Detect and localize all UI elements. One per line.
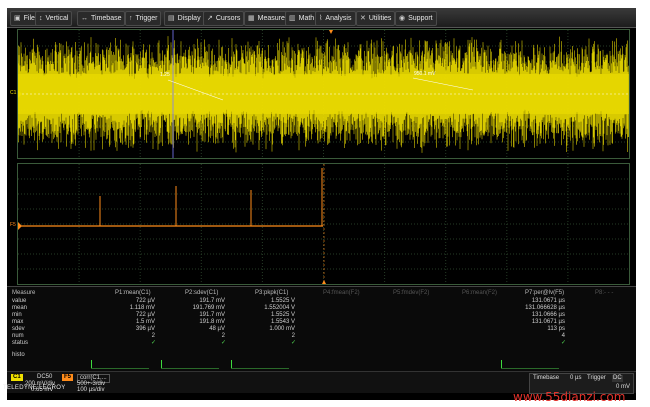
measure-cell: 113 ps: [547, 326, 565, 332]
measure-cell: 1.552004 V: [264, 305, 295, 311]
c1-noise-trace: [18, 30, 629, 158]
histogram-baseline: [231, 368, 289, 369]
measure-header-label: Measure: [12, 290, 36, 296]
utilities-icon: ✕: [360, 15, 366, 22]
menu-cursors[interactable]: ↗ Cursors: [203, 11, 245, 26]
menu-trigger[interactable]: ↑ Trigger: [125, 11, 162, 26]
support-icon: ◉: [399, 15, 406, 22]
measure-col-header[interactable]: P3:pkpk(C1): [255, 290, 288, 297]
trigger-mode: DC: [612, 375, 623, 382]
measure-icon: ▦: [248, 15, 255, 22]
histogram-spike: [231, 360, 232, 368]
row-label-histo: histo: [12, 352, 25, 358]
measure-cell: 2: [221, 333, 225, 339]
menu-support[interactable]: ◉ Support: [395, 11, 437, 26]
math-icon: ▥: [289, 15, 296, 22]
c1-coupling: DC50: [37, 374, 53, 380]
measure-col-header[interactable]: P5:fmdev(F2): [393, 290, 429, 297]
trigger-position-marker: [329, 30, 333, 34]
trigger-bottom-marker: [322, 280, 326, 284]
measure-col-header[interactable]: P6:mean(F2): [462, 290, 497, 297]
trigger-label: Trigger: [587, 375, 606, 381]
menu-bar: ▣ File ↕ Vertical ↔ Timebase ↑ Trigger ▤ Disp…: [7, 8, 636, 28]
status-check-icon: ✓: [561, 340, 567, 346]
measure-cell: 131.0671 µs: [531, 298, 565, 304]
status-check-icon: ✓: [151, 340, 157, 346]
measurement-table[interactable]: Measure value mean min max sdev num stat…: [7, 286, 636, 371]
measure-cell: 722 µV: [135, 312, 155, 318]
measure-cell: 131.0671 µs: [531, 319, 565, 325]
measure-cell: 2: [291, 333, 295, 339]
measure-col-header[interactable]: P8:- - -: [595, 290, 613, 297]
timebase-value: 0 µs: [570, 375, 582, 381]
vertical-icon: ↕: [39, 15, 43, 22]
c1-badge[interactable]: C1: [11, 374, 23, 381]
cursor-annotation-left: 1.25: [160, 72, 170, 78]
menu-measure[interactable]: ▦ Measure: [244, 11, 289, 26]
measure-cell: 1.5543 V: [270, 319, 295, 325]
measure-cell: 131.0666 µs: [531, 312, 565, 318]
status-check-icon: ✓: [291, 340, 297, 346]
row-label-value: value: [12, 298, 27, 304]
measure-cell: 191.8 mV: [199, 319, 225, 325]
measure-cell: 191.769 mV: [192, 305, 225, 311]
f5-math-trace: [18, 164, 629, 284]
watermark-text: www.55dianzi.com: [513, 390, 626, 404]
measure-col-header[interactable]: P2:sdev(C1): [185, 290, 218, 297]
row-label-mean: mean: [12, 305, 28, 311]
f5-line2: 100 µs/div: [77, 387, 105, 393]
measure-cell: 1.5525 V: [270, 298, 295, 304]
top-waveform-grid[interactable]: C1 1.25 950.1 mV: [10, 29, 630, 159]
measure-col-header[interactable]: P1:mean(C1): [115, 290, 151, 297]
menu-analysis[interactable]: ⌇ Analysis: [315, 11, 356, 26]
oscilloscope-screen: ▣ File ↕ Vertical ↔ Timebase ↑ Trigger ▤ Disp…: [7, 8, 636, 400]
histogram-baseline: [91, 368, 149, 369]
measure-cell: 2: [151, 333, 155, 339]
cursor-annotation-right: 950.1 mV: [414, 71, 436, 77]
measure-col-header[interactable]: P4:fmean(F2): [323, 290, 360, 297]
histogram-spike: [91, 360, 92, 368]
brand-logo-text: TELEDYNE LECROY: [3, 385, 66, 391]
bottom-waveform-grid[interactable]: F5: [10, 163, 630, 285]
menu-display[interactable]: ▤ Display: [164, 11, 205, 26]
histogram-spike: [501, 360, 502, 368]
histogram-spike: [161, 360, 162, 368]
row-label-status: status: [12, 340, 29, 346]
measure-col-header[interactable]: P7:per@lv(F5): [525, 290, 564, 297]
timebase-label: Timebase: [533, 375, 560, 381]
measure-cell: 131.066628 µs: [525, 305, 565, 311]
f5-trace-label: F5: [10, 222, 16, 228]
timebase-icon: ↔: [81, 15, 88, 22]
row-label-num: num: [12, 333, 24, 339]
display-icon: ▤: [168, 15, 175, 22]
menu-math[interactable]: ▥ Math: [285, 11, 319, 26]
status-check-icon: ✓: [221, 340, 227, 346]
row-label-max: max: [12, 319, 24, 325]
file-icon: ▣: [14, 15, 21, 22]
analysis-icon: ⌇: [319, 15, 323, 22]
menu-vertical[interactable]: ↕ Vertical: [35, 11, 73, 26]
measure-cell: 1.000 mV: [269, 326, 295, 332]
measure-cell: 1.5525 V: [270, 312, 295, 318]
f5-ground-marker: [18, 222, 22, 230]
row-label-min: min: [12, 312, 22, 318]
histogram-baseline: [501, 368, 559, 369]
measure-cell: 4: [561, 333, 565, 339]
measure-cell: 722 µV: [135, 298, 155, 304]
menu-utilities[interactable]: ✕ Utilities: [356, 11, 396, 26]
c1-trace-label: C1: [10, 90, 17, 96]
menu-timebase[interactable]: ↔ Timebase: [77, 11, 126, 26]
measure-cell: 1.5 mV: [135, 319, 155, 325]
f5-badge[interactable]: F5: [62, 374, 74, 381]
measure-cell: 1.118 mV: [129, 305, 155, 311]
measure-cell: 48 µV: [209, 326, 225, 332]
cursors-icon: ↗: [207, 15, 213, 22]
row-label-sdev: sdev: [12, 326, 25, 332]
trigger-icon: ↑: [129, 15, 133, 22]
measure-cell: 191.7 mV: [199, 298, 225, 304]
measure-cell: 396 µV: [135, 326, 155, 332]
measure-cell: 191.7 mV: [199, 312, 225, 318]
histogram-baseline: [161, 368, 219, 369]
